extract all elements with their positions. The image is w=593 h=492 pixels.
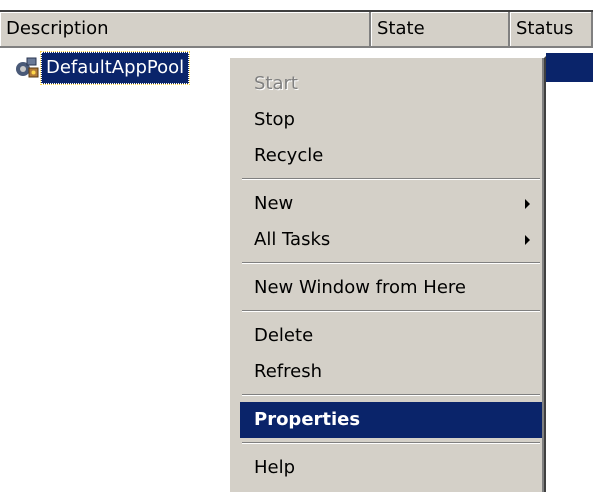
column-header-state[interactable]: State [371, 12, 510, 48]
column-header-status[interactable]: Status [510, 12, 593, 48]
app-pool-icon [14, 55, 40, 81]
menu-item-new-label: New [254, 193, 294, 214]
menu-item-stop[interactable]: Stop [240, 102, 542, 138]
menu-separator [242, 442, 540, 444]
menu-item-new-window[interactable]: New Window from Here [240, 270, 542, 306]
column-header-description[interactable]: Description [0, 12, 371, 48]
menu-separator [242, 394, 540, 396]
menu-item-start: Start [254, 73, 298, 94]
context-menu: Start Stop Recycle New All Tasks New Win… [228, 56, 546, 492]
list-header: Description State Status [0, 10, 593, 48]
menu-item-all-tasks[interactable]: All Tasks [240, 222, 542, 258]
selection-highlight [546, 53, 593, 82]
mmc-list-view: Description State Status DefaultAppPool … [0, 0, 593, 492]
submenu-arrow-icon [525, 235, 530, 245]
menu-separator [242, 262, 540, 264]
menu-item-new[interactable]: New [240, 186, 542, 222]
menu-item-refresh[interactable]: Refresh [240, 354, 542, 390]
menu-item-help[interactable]: Help [240, 450, 542, 486]
submenu-arrow-icon [525, 199, 530, 209]
menu-item-properties[interactable]: Properties [240, 402, 542, 438]
menu-item-delete[interactable]: Delete [240, 318, 542, 354]
list-item-label[interactable]: DefaultAppPool [39, 51, 191, 85]
menu-separator [242, 310, 540, 312]
menu-item-recycle[interactable]: Recycle [240, 138, 542, 174]
menu-item-all-tasks-label: All Tasks [254, 229, 331, 250]
menu-separator [242, 178, 540, 180]
